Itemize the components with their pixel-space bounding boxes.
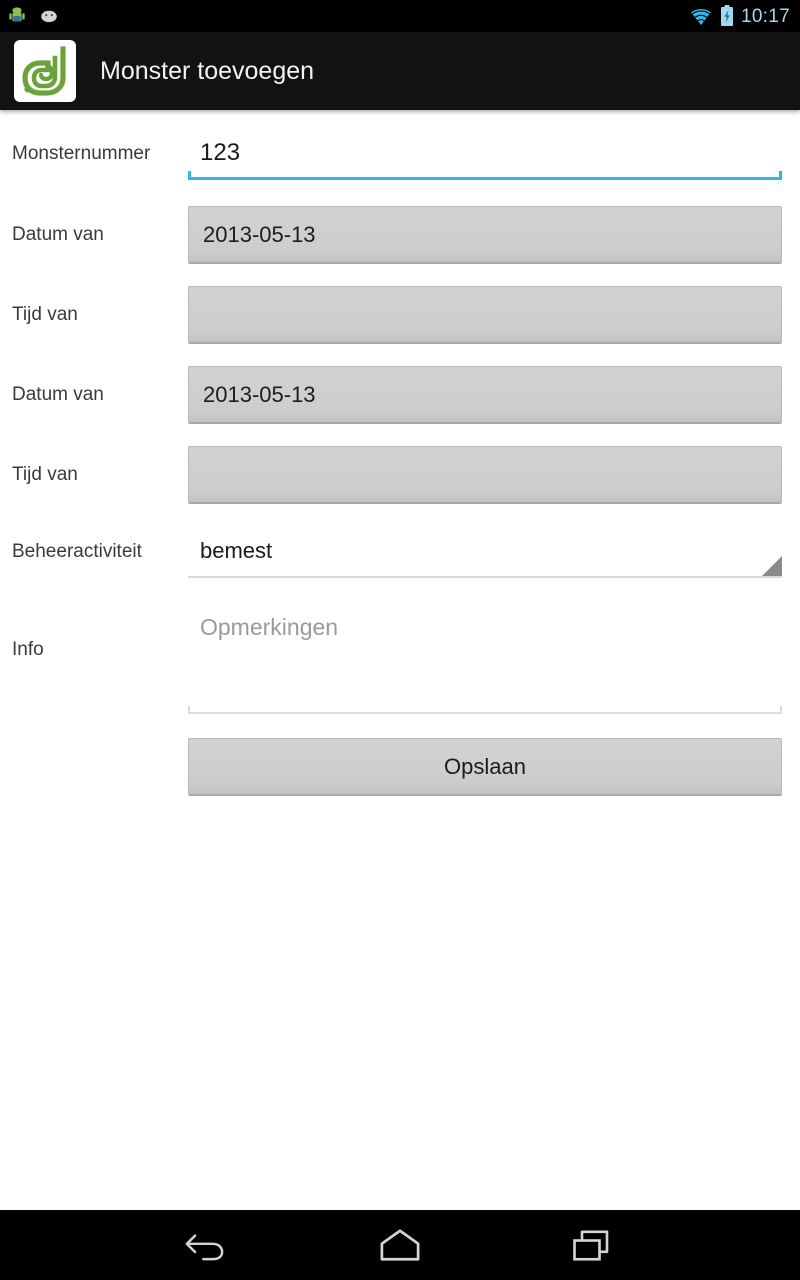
page-title: Monster toevoegen [100, 56, 315, 85]
field-tijd-van-2 [188, 446, 782, 504]
beheeractiviteit-spinner[interactable]: bemest [188, 526, 782, 578]
form-row-monsternummer: Monsternummer 123 [0, 128, 800, 180]
field-datum-van-2: 2013-05-13 [188, 366, 782, 424]
status-bar-notifications [6, 5, 60, 27]
recents-button[interactable] [555, 1215, 629, 1275]
tijd-van-2-button[interactable] [188, 446, 782, 504]
android-screen: 10:17 Monster toevoegen Monsternummer 12… [0, 0, 800, 1280]
field-tijd-van-1 [188, 286, 782, 344]
datum-van-2-button[interactable]: 2013-05-13 [188, 366, 782, 424]
form-row-tijd-van-1: Tijd van [0, 286, 800, 344]
home-icon [378, 1228, 422, 1262]
datum-van-1-button[interactable]: 2013-05-13 [188, 206, 782, 264]
label-monsternummer: Monsternummer [12, 142, 151, 164]
status-bar: 10:17 [0, 0, 800, 32]
field-save: Opslaan [188, 738, 782, 796]
form-row-datum-van-2: Datum van 2013-05-13 [0, 366, 800, 424]
field-monsternummer: 123 [188, 128, 782, 180]
home-button[interactable] [363, 1215, 437, 1275]
form-content: Monsternummer 123 Datum van 2013-05-13 T… [0, 110, 800, 1210]
field-datum-van-1: 2013-05-13 [188, 206, 782, 264]
label-beheeractiviteit: Beheeractiviteit [12, 540, 142, 562]
label-tijd-van-2: Tijd van [12, 463, 78, 485]
android-robot-icon [6, 5, 28, 27]
label-info: Info [12, 639, 44, 660]
label-tijd-van-1: Tijd van [12, 303, 78, 325]
field-info: Opmerkingen [188, 596, 782, 714]
info-textarea[interactable]: Opmerkingen [188, 596, 782, 714]
wifi-icon [689, 6, 713, 26]
android-head-icon [38, 5, 60, 27]
beheeractiviteit-selected-value: bemest [200, 538, 273, 563]
app-leaf-logo-icon[interactable] [14, 40, 76, 102]
label-datum-van-2: Datum van [12, 383, 104, 405]
form-row-datum-van-1: Datum van 2013-05-13 [0, 206, 800, 264]
form-row-save: Opslaan [0, 738, 800, 796]
form-row-tijd-van-2: Tijd van [0, 446, 800, 504]
back-icon [184, 1225, 232, 1265]
battery-charging-icon [720, 5, 734, 27]
chevron-down-icon [762, 556, 782, 576]
field-beheeractiviteit: bemest [188, 526, 782, 578]
navigation-bar [0, 1210, 800, 1280]
tijd-van-1-button[interactable] [188, 286, 782, 344]
recents-icon [572, 1228, 612, 1263]
status-bar-system-icons: 10:17 [689, 5, 790, 27]
monsternummer-input[interactable]: 123 [188, 128, 782, 180]
save-button[interactable]: Opslaan [188, 738, 782, 796]
status-bar-clock: 10:17 [740, 5, 790, 27]
action-bar: Monster toevoegen [0, 32, 800, 110]
form-row-info: Info Opmerkingen [0, 596, 800, 714]
form-row-beheeractiviteit: Beheeractiviteit bemest [0, 526, 800, 578]
back-button[interactable] [171, 1215, 245, 1275]
label-datum-van-1: Datum van [12, 223, 104, 245]
